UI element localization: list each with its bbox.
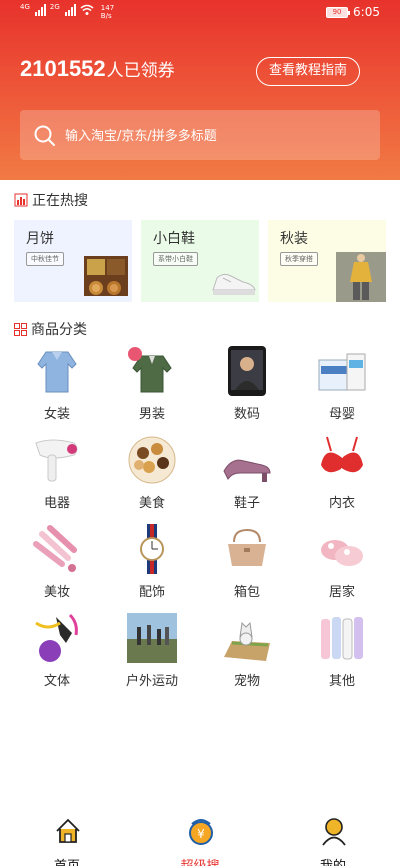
tab-profile[interactable]: 我的 (283, 818, 383, 866)
header-banner: 4G 2G 147 B/s 90 6:05 2101552 人已领券 查看教程指南… (0, 0, 400, 180)
smartphone-icon (228, 346, 266, 396)
tab-label: 我的 (283, 855, 383, 866)
profile-icon (322, 818, 346, 846)
category-shoes[interactable]: 鞋子 (202, 435, 292, 515)
hot-card-title: 小白鞋 (153, 231, 195, 247)
wifi-icon (80, 4, 94, 15)
home-icon (56, 818, 80, 843)
category-food[interactable]: 美食 (107, 435, 197, 515)
network-speed: 147 B/s (100, 4, 115, 20)
category-other[interactable]: 其他 (297, 613, 387, 693)
tab-label: 首页 (17, 855, 117, 866)
network-type-1: 4G (20, 3, 30, 11)
hot-card-tag: 秋季穿搭 (280, 252, 318, 266)
hot-card-title: 月饼 (26, 231, 54, 247)
category-makeup[interactable]: 美妆 (12, 524, 102, 604)
category-title: 商品分类 (31, 322, 87, 338)
men-clothing-icon (128, 347, 172, 393)
category-appliances[interactable]: 电器 (12, 435, 102, 515)
battery-icon: 90 (326, 6, 351, 18)
category-label: 美妆 (43, 585, 70, 600)
cat-scratcher-icon (224, 621, 270, 661)
hot-card-tag: 中秋佳节 (26, 252, 64, 266)
hot-card-tag: 系带小白鞋 (153, 252, 198, 266)
category-label: 美食 (138, 496, 165, 511)
status-bar: 4G 2G 147 B/s 90 6:05 (0, 0, 400, 26)
category-home[interactable]: 居家 (297, 524, 387, 604)
category-label: 母婴 (328, 407, 355, 422)
category-label: 内衣 (328, 496, 355, 511)
category-label: 箱包 (233, 585, 260, 600)
category-label: 宠物 (233, 674, 260, 689)
network-type-2: 2G (49, 3, 60, 11)
category-label: 配饰 (138, 585, 165, 600)
category-label: 鞋子 (233, 496, 260, 511)
category-label: 男装 (138, 407, 165, 422)
claimed-count: 2101552 (20, 56, 106, 81)
category-bags[interactable]: 箱包 (202, 524, 292, 604)
hot-card-title: 秋装 (280, 231, 308, 247)
high-heel-icon (223, 459, 271, 482)
tab-super-search[interactable]: ¥ 超级搜 (150, 818, 250, 866)
category-sports-culture[interactable]: 文体 (12, 613, 102, 693)
lingerie-icon (321, 436, 363, 473)
claimed-counter: 2101552 人已领券 (20, 56, 175, 82)
tab-label: 超级搜 (150, 855, 250, 866)
tutorial-guide-button[interactable]: 查看教程指南 (256, 57, 360, 86)
category-label: 户外运动 (125, 674, 178, 689)
grid-icon (14, 322, 27, 336)
sports-icon (35, 613, 78, 662)
water-bottles-icon (321, 617, 363, 660)
hot-search-title: 正在热搜 (32, 193, 88, 209)
hair-dryer-icon (35, 439, 78, 482)
category-accessories[interactable]: 配饰 (107, 524, 197, 604)
hot-card-white-sneakers[interactable]: 小白鞋 系带小白鞋 (141, 220, 259, 302)
outdoor-hiking-icon (127, 613, 177, 663)
category-label: 其他 (328, 674, 355, 689)
hot-card-autumn-wear[interactable]: 秋装 秋季穿搭 (268, 220, 386, 302)
category-women-clothing[interactable]: 女装 (12, 346, 102, 426)
category-pets[interactable]: 宠物 (202, 613, 292, 693)
category-men-clothing[interactable]: 男装 (107, 346, 197, 426)
category-label: 数码 (233, 407, 260, 422)
category-digital[interactable]: 数码 (202, 346, 292, 426)
category-underwear[interactable]: 内衣 (297, 435, 387, 515)
category-header: 商品分类 (14, 319, 87, 339)
category-label: 居家 (328, 585, 355, 600)
mooncake-icon (84, 256, 128, 296)
baby-products-icon (318, 353, 366, 391)
category-label: 文体 (43, 674, 70, 689)
svg-text:¥: ¥ (197, 827, 205, 841)
search-bar[interactable]: 输入淘宝/京东/拼多多标题 (20, 110, 380, 160)
category-label: 女装 (43, 407, 70, 422)
category-label: 电器 (43, 496, 70, 511)
women-clothing-icon (37, 351, 77, 393)
makeup-brushes-icon (33, 525, 77, 572)
clock: 6:05 (353, 5, 380, 19)
tab-home[interactable]: 首页 (17, 818, 117, 866)
search-input[interactable]: 输入淘宝/京东/拼多多标题 (65, 125, 217, 144)
bottom-tab-bar: 首页 ¥ 超级搜 我的 (0, 810, 400, 866)
signal-icon (64, 4, 76, 16)
autumn-outfit-icon (336, 252, 386, 302)
cookies-icon (128, 436, 176, 484)
signal-icon (34, 4, 46, 16)
bar-chart-icon (14, 193, 28, 207)
hot-search-header: 正在热搜 (14, 190, 88, 210)
sneaker-icon (212, 273, 256, 295)
category-outdoor[interactable]: 户外运动 (107, 613, 197, 693)
category-baby[interactable]: 母婴 (297, 346, 387, 426)
slippers-icon (321, 540, 363, 566)
wristwatch-icon (140, 524, 164, 574)
claimed-label: 人已领券 (106, 61, 175, 81)
super-search-icon: ¥ (189, 819, 213, 845)
search-icon (34, 125, 55, 146)
handbag-icon (228, 528, 266, 566)
hot-card-mooncake[interactable]: 月饼 中秋佳节 (14, 220, 132, 302)
